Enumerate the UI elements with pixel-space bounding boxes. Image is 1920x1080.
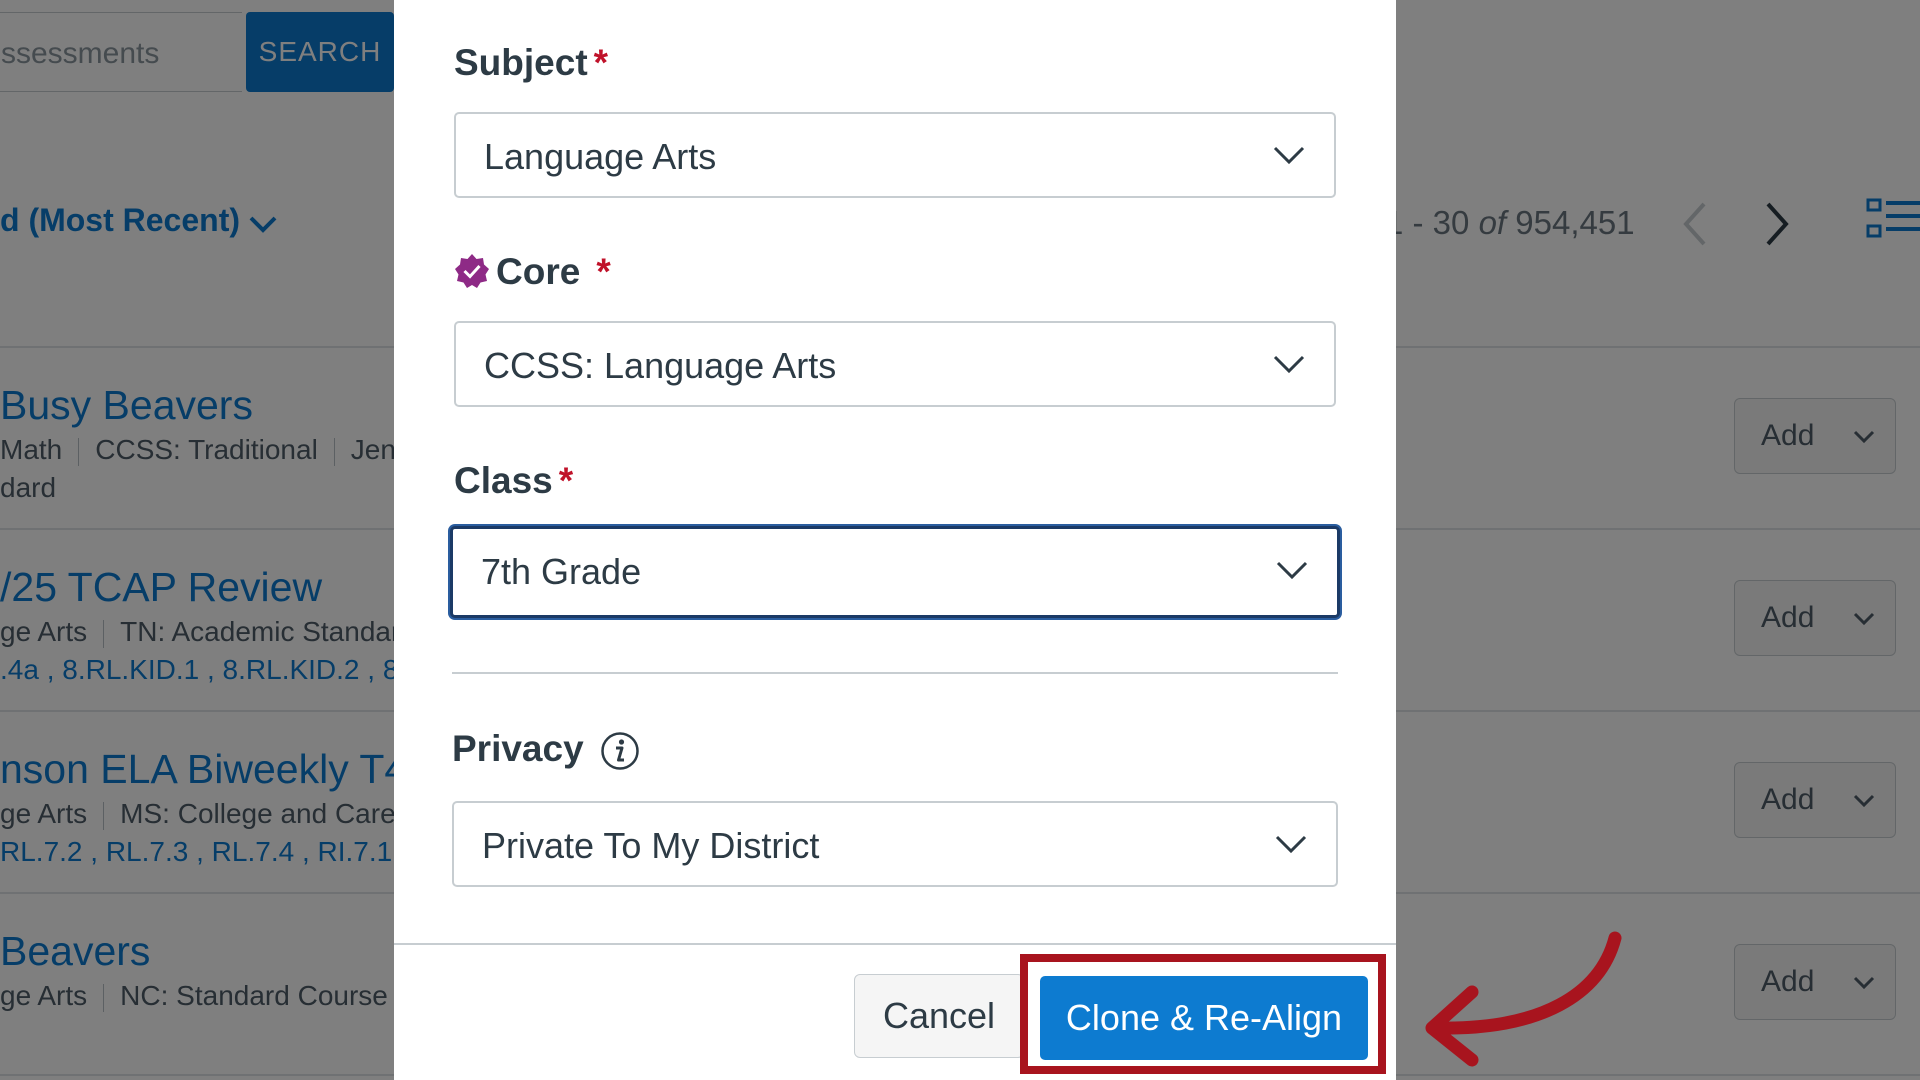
subject-label-text: Subject [454, 42, 588, 83]
class-label: Class * [454, 460, 573, 502]
subject-select-value: Language Arts [484, 136, 717, 177]
required-marker: * [593, 42, 609, 83]
info-icon[interactable] [600, 731, 640, 771]
core-label-text: Core [496, 251, 581, 292]
subject-select[interactable]: Language Arts [454, 112, 1336, 198]
core-select-value: CCSS: Language Arts [484, 345, 837, 386]
clone-realign-modal: Subject * Language Arts Core * CCSS: Langu… [394, 0, 1396, 1080]
subject-label: Subject * [454, 42, 608, 84]
core-label: Core * [454, 251, 611, 293]
privacy-select-value: Private To My District [482, 825, 820, 866]
highlight-box [1020, 954, 1386, 1074]
privacy-label: Privacy [452, 728, 640, 771]
chevron-down-icon [1276, 561, 1308, 580]
chevron-down-icon [1273, 355, 1305, 374]
privacy-select[interactable]: Private To My District [452, 801, 1338, 887]
annotation-arrow-icon [1425, 931, 1622, 1067]
modal-footer-divider [394, 943, 1396, 945]
class-label-text: Class [454, 460, 553, 501]
chevron-down-icon [1273, 146, 1305, 165]
cancel-button[interactable]: Cancel [854, 974, 1024, 1058]
class-select[interactable]: 7th Grade [450, 526, 1340, 618]
required-marker: * [596, 251, 611, 292]
core-badge-icon [455, 254, 489, 288]
core-select[interactable]: CCSS: Language Arts [454, 321, 1336, 407]
chevron-down-icon [1275, 835, 1307, 854]
required-marker: * [558, 460, 574, 501]
privacy-label-text: Privacy [452, 728, 584, 769]
section-divider [452, 672, 1338, 674]
class-select-value: 7th Grade [481, 551, 642, 592]
